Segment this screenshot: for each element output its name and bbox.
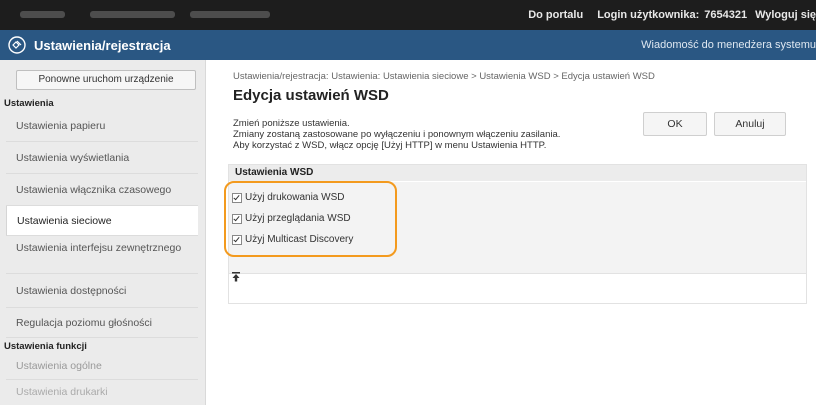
- checkbox-wsd-printing[interactable]: Użyj drukowania WSD: [232, 192, 344, 203]
- info-line: Aby korzystać z WSD, włącz opcję [Użyj H…: [233, 140, 547, 151]
- info-line: Zmień poniższe ustawienia.: [233, 118, 350, 129]
- message-to-admin-link[interactable]: Wiadomość do menedżera systemu: [641, 39, 816, 51]
- sidebar-item-timer[interactable]: Ustawienia włącznika czasowego: [6, 174, 198, 206]
- sidebar-item-paper[interactable]: Ustawienia papieru: [6, 110, 198, 142]
- sidebar-item-volume[interactable]: Regulacja poziomu głośności: [6, 308, 198, 338]
- top-links: Do portalu Login użytkownika: 7654321 Wy…: [514, 0, 816, 30]
- cancel-button[interactable]: Anuluj: [714, 112, 786, 136]
- page-title: Edycja ustawień WSD: [233, 87, 389, 104]
- sidebar: Ponowne uruchom urządzenie Ustawienia Us…: [0, 60, 206, 405]
- info-text: Zmień poniższe ustawienia. Zmiany zostan…: [233, 118, 560, 151]
- ok-button[interactable]: OK: [643, 112, 707, 136]
- title-bar: Ustawienia/rejestracja Wiadomość do mene…: [0, 30, 816, 60]
- blurred-text: [90, 11, 175, 18]
- logout-link[interactable]: Wyloguj się: [755, 9, 816, 21]
- back-to-top-icon[interactable]: [231, 272, 241, 282]
- checkbox-label: Użyj przeglądania WSD: [245, 213, 351, 224]
- blurred-text: [190, 11, 270, 18]
- top-bar: Do portalu Login użytkownika: 7654321 Wy…: [0, 0, 816, 30]
- checkbox-label: Użyj Multicast Discovery: [245, 234, 354, 245]
- page-section-title: Ustawienia/rejestracja: [34, 38, 171, 53]
- checkbox-checked-icon[interactable]: [232, 213, 242, 224]
- main-content: Ustawienia/rejestracja: Ustawienia: Usta…: [206, 60, 816, 405]
- section-header: Ustawienia WSD: [229, 165, 806, 181]
- portal-link[interactable]: Do portalu: [528, 9, 583, 21]
- info-line: Zmiany zostaną zastosowane po wyłączeniu…: [233, 129, 561, 140]
- sidebar-item-network[interactable]: Ustawienia sieciowe: [6, 206, 198, 236]
- blurred-text: [20, 11, 65, 18]
- checkbox-label: Użyj drukowania WSD: [245, 192, 345, 203]
- sidebar-item-external-interface[interactable]: Ustawienia interfejsu zewnętrznego: [6, 236, 198, 274]
- breadcrumb: Ustawienia/rejestracja: Ustawienia: Usta…: [233, 71, 655, 82]
- sidebar-item-printer[interactable]: Ustawienia drukarki: [6, 381, 198, 403]
- checkbox-multicast-discovery[interactable]: Użyj Multicast Discovery: [232, 234, 353, 245]
- user-login-label: Login użytkownika:: [597, 9, 700, 21]
- checkbox-wsd-browsing[interactable]: Użyj przeglądania WSD: [232, 213, 351, 224]
- sidebar-item-display[interactable]: Ustawienia wyświetlania: [6, 142, 198, 174]
- sidebar-item-accessibility[interactable]: Ustawienia dostępności: [6, 274, 198, 308]
- sidebar-item-general[interactable]: Ustawienia ogólne: [6, 352, 198, 380]
- sidebar-section-functions: Ustawienia funkcji: [4, 341, 87, 352]
- checkbox-checked-icon[interactable]: [232, 192, 242, 203]
- user-id: 7654321: [704, 9, 748, 21]
- checkbox-checked-icon[interactable]: [232, 234, 242, 245]
- settings-logo-icon: [8, 36, 26, 54]
- restart-device-button[interactable]: Ponowne uruchom urządzenie: [16, 70, 196, 90]
- sidebar-section-settings: Ustawienia: [4, 98, 54, 109]
